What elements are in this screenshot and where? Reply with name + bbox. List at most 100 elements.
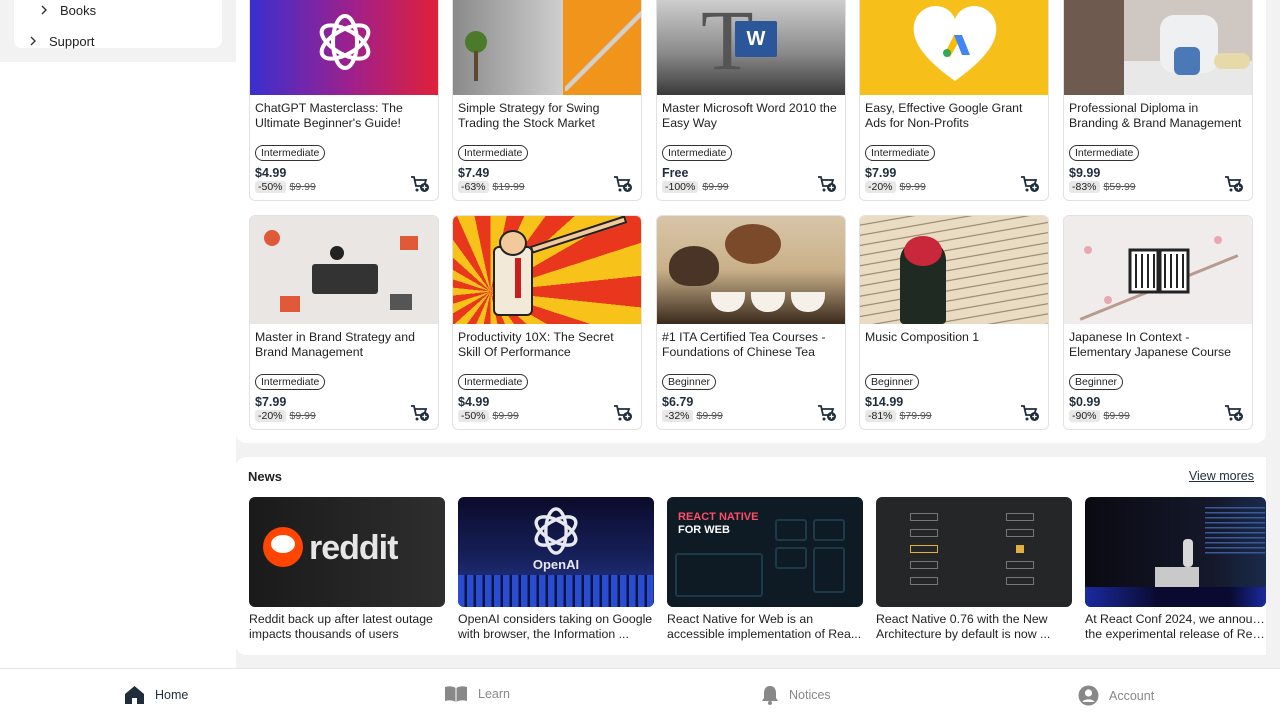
course-price: $9.99: [1069, 166, 1101, 180]
original-price: $9.99: [1103, 410, 1130, 422]
level-badge: Beginner: [865, 374, 920, 390]
add-to-cart-icon[interactable]: [410, 404, 430, 422]
nav-notices[interactable]: Notices: [761, 685, 831, 705]
course-card[interactable]: ChatGPT Masterclass: The Ultimate Beginne…: [249, 0, 439, 201]
course-title: Master Microsoft Word 2010 the Easy Way: [662, 101, 837, 130]
news-card[interactable]: OpenAI OpenAI considers taking on Google…: [458, 497, 654, 642]
add-to-cart-icon[interactable]: [817, 404, 837, 422]
news-thumbnail: [1085, 497, 1266, 607]
course-title: #1 ITA Certified Tea Courses - Foundation…: [662, 330, 826, 359]
bottom-nav: Home Learn Notices Account: [0, 668, 1280, 720]
add-to-cart-icon[interactable]: [817, 175, 837, 193]
nav-notices-label: Notices: [789, 688, 831, 702]
news-title: OpenAI considers taking on Google with br…: [458, 612, 653, 641]
discount-badge: -20%: [255, 410, 286, 422]
discount-badge: -81%: [865, 410, 896, 422]
level-badge: Intermediate: [255, 145, 326, 161]
course-card[interactable]: Professional Diploma in Branding & Brand …: [1063, 0, 1253, 201]
course-thumbnail: [453, 216, 641, 324]
add-to-cart-icon[interactable]: [1020, 404, 1040, 422]
course-price: $14.99: [865, 395, 904, 409]
heart-icon: [913, 5, 997, 82]
original-price: $9.99: [289, 410, 316, 422]
add-to-cart-icon[interactable]: [410, 175, 430, 193]
discount-badge: -100%: [662, 181, 699, 193]
level-badge: Beginner: [662, 374, 717, 390]
nav-home[interactable]: Home: [124, 685, 188, 705]
courses-panel: ChatGPT Masterclass: The Ultimate Beginne…: [236, 0, 1266, 443]
original-price: $19.99: [492, 181, 525, 193]
discount-badge: -50%: [255, 181, 286, 193]
news-card[interactable]: REACT NATIVE FOR WEB React Native for We…: [667, 497, 863, 642]
course-price: $0.99: [1069, 395, 1101, 409]
news-card[interactable]: React Native 0.76 with the New Architectu…: [876, 497, 1072, 642]
course-thumbnail: [657, 216, 845, 324]
word-logo-icon: W: [735, 21, 777, 57]
add-to-cart-icon[interactable]: [613, 404, 633, 422]
course-card[interactable]: Productivity 10X: The Secret Skill Of Per…: [452, 215, 642, 430]
news-thumbnail: reddit: [249, 497, 445, 607]
course-card[interactable]: Simple Strategy for Swing Trading the Sto…: [452, 0, 642, 201]
view-more-link[interactable]: View mores: [1189, 469, 1254, 483]
add-to-cart-icon[interactable]: [1224, 175, 1244, 193]
bell-icon: [762, 686, 778, 705]
discount-row: -63% $19.99: [458, 181, 525, 193]
discount-badge: -50%: [458, 410, 489, 422]
news-thumbnail: [876, 497, 1072, 607]
nav-account[interactable]: Account: [1078, 685, 1154, 706]
nav-learn-label: Learn: [478, 687, 510, 701]
course-price: $6.79: [662, 395, 694, 409]
add-to-cart-icon[interactable]: [1020, 175, 1040, 193]
course-title: Simple Strategy for Swing Trading the Sto…: [458, 101, 600, 130]
news-title: React Native for Web is an accessible imp…: [667, 612, 862, 641]
discount-row: -20% $9.99: [865, 181, 926, 193]
add-to-cart-icon[interactable]: [613, 175, 633, 193]
news-panel: News View mores reddit Reddit back up af…: [236, 457, 1266, 655]
sidebar-item-support[interactable]: Support: [29, 34, 95, 49]
book-icon: [445, 686, 467, 702]
level-badge: Intermediate: [662, 145, 733, 161]
news-title: At React Conf 2024, we announced the expe…: [1085, 612, 1266, 641]
discount-row: -32% $9.99: [662, 410, 723, 422]
discount-badge: -20%: [865, 181, 896, 193]
course-title: Productivity 10X: The Secret Skill Of Per…: [458, 330, 614, 359]
course-card[interactable]: Master in Brand Strategy and Brand Manage…: [249, 215, 439, 430]
level-badge: Beginner: [1069, 374, 1124, 390]
add-to-cart-icon[interactable]: [1224, 404, 1244, 422]
course-price: $4.99: [458, 395, 490, 409]
thumb-caption: FOR WEB: [678, 524, 730, 536]
course-thumbnail: [453, 0, 641, 95]
course-card[interactable]: T W Master Microsoft Word 2010 the Easy W…: [656, 0, 846, 201]
course-card[interactable]: #1 ITA Certified Tea Courses - Foundation…: [656, 215, 846, 430]
course-card[interactable]: Japanese In Context - Elementary Japanese…: [1063, 215, 1253, 430]
original-price: $79.99: [899, 410, 932, 422]
nav-learn[interactable]: Learn: [444, 685, 510, 703]
course-card[interactable]: Music Composition 1 Beginner $14.99 -81%…: [859, 215, 1049, 430]
discount-row: -83% $59.99: [1069, 181, 1136, 193]
level-badge: Intermediate: [865, 145, 936, 161]
sidebar-item-label: Books: [60, 3, 97, 18]
news-thumbnail: REACT NATIVE FOR WEB: [667, 497, 863, 607]
nav-home-label: Home: [155, 688, 189, 702]
news-card[interactable]: At React Conf 2024, we announced the expe…: [1085, 497, 1266, 642]
course-card[interactable]: Easy, Effective Google Grant Ads for Non-…: [859, 0, 1049, 201]
nav-account-label: Account: [1109, 688, 1155, 703]
news-card[interactable]: reddit Reddit back up after latest outag…: [249, 497, 445, 642]
discount-badge: -63%: [458, 181, 489, 193]
original-price: $59.99: [1103, 181, 1136, 193]
course-title: Master in Brand Strategy and Brand Manage…: [255, 330, 415, 359]
news-title: React Native 0.76 with the New Architectu…: [876, 612, 1051, 641]
discount-row: -50% $9.99: [458, 410, 519, 422]
chevron-right-icon: [40, 4, 54, 18]
openai-logo-icon: [319, 14, 371, 70]
news-thumbnail: OpenAI: [458, 497, 654, 607]
discount-badge: -32%: [662, 410, 693, 422]
sidebar-item-books[interactable]: Books: [40, 3, 96, 18]
level-badge: Intermediate: [255, 374, 326, 390]
thumb-caption: REACT NATIVE: [678, 511, 759, 523]
original-price: $9.99: [492, 410, 519, 422]
openai-logo-icon: [534, 507, 578, 555]
course-price: $4.99: [255, 166, 287, 180]
reddit-logo: reddit: [309, 529, 398, 567]
discount-row: -100% $9.99: [662, 181, 729, 193]
